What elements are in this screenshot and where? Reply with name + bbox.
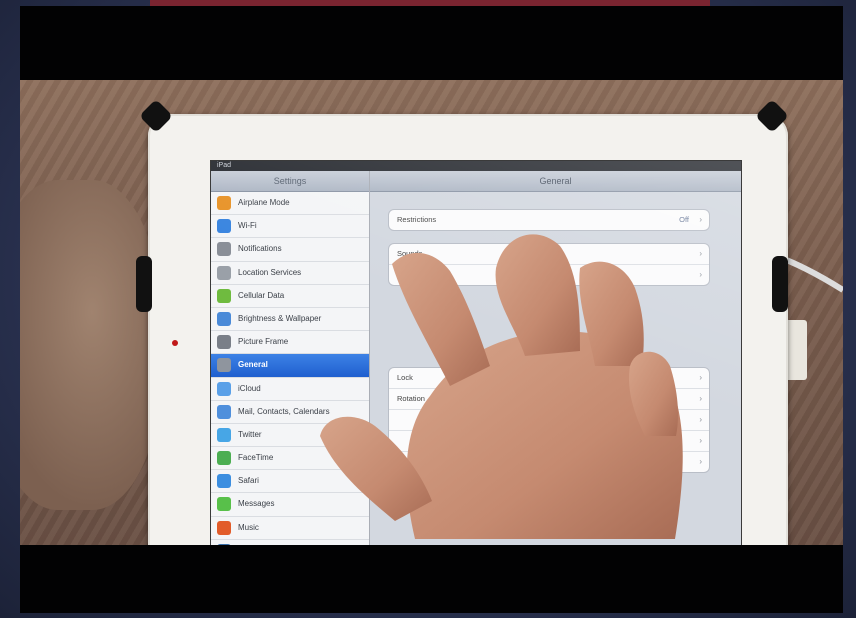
cellular-icon	[217, 288, 231, 303]
sidebar-item[interactable]: Picture Frame	[211, 331, 369, 355]
sidebar-item[interactable]: Notifications	[211, 238, 369, 262]
sidebar-item[interactable]: Safari	[211, 470, 369, 494]
sidebar-item[interactable]: Wi-Fi	[211, 215, 369, 239]
sidebar-item[interactable]: Cellular Data	[211, 285, 369, 308]
sidebar-item[interactable]: iCloud	[211, 378, 369, 401]
sidebar-item-label: General	[238, 360, 268, 370]
location-icon	[217, 265, 231, 280]
picture-frame-icon	[217, 335, 231, 350]
camera-dot	[172, 340, 178, 346]
messages-icon	[217, 497, 231, 512]
sidebar-item-label: Messages	[238, 499, 275, 509]
sidebar-item-label: Brightness & Wallpaper	[238, 313, 322, 323]
settings-row[interactable]: ›	[389, 452, 709, 472]
sidebar-item-label: iCloud	[238, 383, 261, 393]
sidebar-header: Settings	[211, 171, 369, 192]
settings-group-1: Restrictions Off ›	[388, 209, 710, 231]
chevron-right-icon: ›	[699, 415, 702, 424]
case-side-right	[772, 256, 788, 312]
settings-row-label: Restrictions	[397, 215, 437, 224]
facetime-icon	[217, 451, 231, 466]
icloud-icon	[217, 381, 231, 396]
sidebar-item-label: Airplane Mode	[238, 198, 290, 207]
notifications-icon	[217, 242, 231, 257]
detail-pane: General Restrictions Off › Sounds › › ON Loc…	[370, 171, 741, 545]
sidebar-item-label: FaceTime	[238, 453, 274, 463]
chevron-right-icon: ›	[699, 394, 702, 403]
sidebar-list: Airplane Mode Wi-Fi Notifications Location …	[211, 192, 369, 545]
sidebar-item[interactable]: FaceTime	[211, 447, 369, 471]
settings-row[interactable]: ›	[389, 431, 709, 452]
chevron-right-icon: ›	[699, 215, 702, 224]
sidebar-item[interactable]: Messages	[211, 493, 369, 517]
mail-icon	[217, 404, 231, 419]
settings-group-2: Sounds › ›	[388, 243, 710, 286]
wifi-icon	[217, 219, 231, 234]
sidebar-item[interactable]: Location Services	[211, 262, 369, 285]
airplane-icon	[217, 196, 231, 210]
sidebar-item-label: Safari	[238, 476, 259, 486]
chevron-right-icon: ›	[699, 457, 702, 466]
sidebar-item-label: Wi-Fi	[238, 221, 257, 231]
sidebar-item-label: Notifications	[238, 244, 282, 254]
detail-title: General	[539, 176, 572, 186]
sidebar-item-label: Mail, Contacts, Calendars	[238, 406, 330, 416]
ipad-screen: iPad Settings Airplane Mode Wi-Fi Notifica…	[210, 160, 742, 545]
sidebar-item-label: Cellular Data	[238, 290, 285, 300]
chevron-right-icon: ›	[699, 373, 702, 382]
video-frame: iPad Settings Airplane Mode Wi-Fi Notifica…	[20, 6, 843, 613]
settings-row[interactable]: Sounds ›	[389, 244, 709, 265]
settings-row-label: Rotation	[397, 394, 425, 403]
sidebar-title: Settings	[273, 176, 307, 186]
status-bar: iPad	[211, 161, 741, 171]
sidebar-item[interactable]: Brightness & Wallpaper	[211, 308, 369, 332]
gear-icon	[217, 358, 231, 373]
status-carrier: iPad	[217, 162, 232, 169]
settings-row[interactable]: ›	[389, 265, 709, 285]
settings-group-3: Lock › Rotation › › › ›	[388, 367, 710, 473]
sidebar-item[interactable]: General	[211, 354, 369, 378]
settings-row-value: Off	[679, 215, 689, 224]
sidebar-item[interactable]: Twitter	[211, 424, 369, 448]
detail-nav-bar: General	[370, 171, 741, 192]
toggle-switch[interactable]: ON	[640, 477, 670, 491]
photo-scene: iPad Settings Airplane Mode Wi-Fi Notifica…	[20, 80, 843, 545]
music-icon	[217, 520, 231, 535]
sidebar-item[interactable]: Airplane Mode	[211, 192, 369, 216]
fabric-pillow	[20, 180, 160, 510]
safari-icon	[217, 474, 231, 489]
twitter-icon	[217, 427, 231, 442]
brightness-icon	[217, 311, 231, 326]
settings-row[interactable]: Restrictions Off ›	[389, 210, 709, 230]
settings-row-label: Lock	[397, 373, 413, 382]
settings-row[interactable]: Lock ›	[389, 368, 709, 389]
charger-plug	[785, 320, 807, 380]
settings-sidebar: Settings Airplane Mode Wi-Fi Notifications…	[211, 171, 370, 545]
chevron-right-icon: ›	[699, 270, 702, 279]
chevron-right-icon: ›	[699, 436, 702, 445]
sidebar-item-label: Music	[238, 522, 259, 532]
case-side-left	[136, 256, 152, 312]
letterbox-top	[20, 6, 843, 80]
settings-row-label: Sounds	[397, 249, 423, 258]
sidebar-item[interactable]: Mail, Contacts, Calendars	[211, 401, 369, 424]
settings-row[interactable]: Rotation ›	[389, 389, 709, 410]
sidebar-item-label: Twitter	[238, 429, 262, 439]
sidebar-item-label: Location Services	[238, 267, 302, 277]
sidebar-item[interactable]: Music	[211, 517, 369, 540]
chevron-right-icon: ›	[699, 249, 702, 258]
letterbox-bottom	[20, 545, 843, 613]
settings-row[interactable]: ›	[389, 410, 709, 431]
sidebar-item-label: Picture Frame	[238, 337, 289, 347]
